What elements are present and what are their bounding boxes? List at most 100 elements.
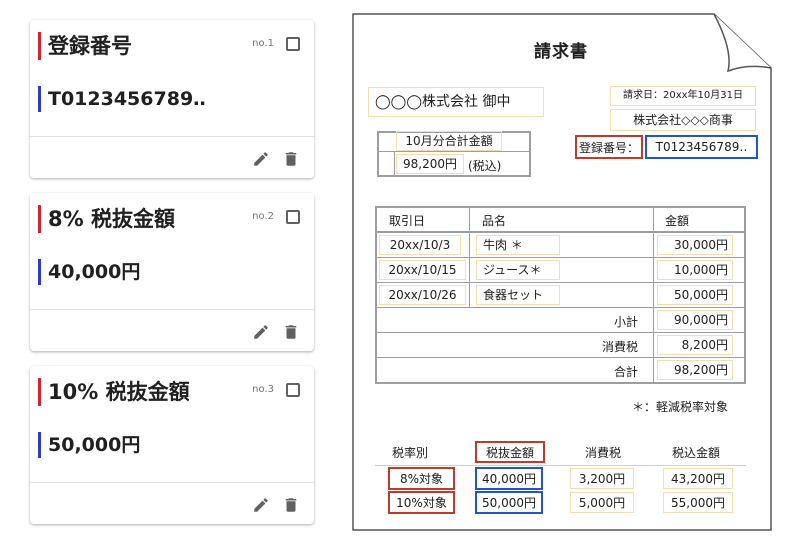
card-number: no.1 [252,38,274,49]
tax-total-10-box: 55,000円 [663,492,733,513]
row-item: 食器セット [483,288,544,302]
items-row-line-4 [375,332,746,333]
recipient-box: ◯◯◯株式会社 御中 [368,87,544,117]
tax-rate: 10%対象 [396,496,447,510]
select-checkbox[interactable] [286,37,300,51]
card-title: 8% 税抜金額 [38,205,175,233]
row-amount-box: 50,000円 [657,285,733,305]
pencil-icon[interactable] [252,323,270,341]
pencil-icon[interactable] [252,496,270,514]
items-row-line-3 [375,307,746,308]
row-amount-box: 30,000円 [657,235,733,255]
row-item-box: ジュース＊ [476,260,560,280]
tax-col-base-header: 税抜金額 [485,445,534,460]
row-date-box: 20xx/10/15 [379,260,466,280]
row-date-box: 20xx/10/26 [379,285,466,305]
trash-icon[interactable] [282,323,300,341]
total-frame-sep [394,151,395,175]
row-date-box: 20xx/10/3 [379,235,461,255]
tax-rate-8-box: 8%対象 [388,467,455,490]
registration-number-box: T0123456789‥ [645,135,758,159]
card-title: 10% 税抜金額 [38,378,190,406]
annotation-card-3: 10% 税抜金額 no.3 50,000円 [30,366,314,524]
tax-base: 40,000円 [482,472,536,486]
items-frame-top [375,206,746,208]
total-label: 10月分合計金額 [405,134,493,148]
select-checkbox[interactable] [286,210,300,224]
tax-col-total-header: 税込金額 [672,446,721,460]
row-amount: 50,000円 [674,288,728,302]
items-row-line-1 [375,257,746,258]
tax-amount: 3,200円 [578,471,626,486]
items-col-sep-2 [653,206,654,384]
col-date-header: 取引日 [389,214,426,228]
row-date: 20xx/10/26 [388,288,457,302]
tax-rate: 8%対象 [399,472,444,486]
total-value-box: 98,200円 [396,154,464,174]
total-frame-bottom [377,175,531,177]
tax-label: 消費税 [602,340,639,354]
items-frame-right [744,206,746,384]
tax-col-tax-header: 消費税 [585,446,622,460]
date-box: 請求日：20xx年10月31日 [610,86,756,106]
grand-total-value: 98,200円 [674,363,728,377]
tax-amount-8-box: 3,200円 [570,468,634,489]
total-frame-right [529,131,531,177]
total-label-box: 10月分合計金額 [396,131,502,151]
items-frame-left [375,206,377,384]
tax-col-rate-header: 税率別 [392,446,429,460]
card-divider [30,482,314,483]
tax-col-base-header-box: 税抜金額 [475,441,545,463]
row-date: 20xx/10/15 [388,263,457,277]
tax-value: 8,200円 [681,338,728,352]
total-frame-left [377,131,379,177]
row-amount: 30,000円 [674,238,728,252]
pencil-icon[interactable] [252,150,270,168]
issuer-box: 株式会社◇◇◇商事 [610,109,756,131]
tax-total: 55,000円 [671,495,725,510]
items-row-line-2 [375,282,746,283]
registration-label-box: 登録番号： [575,135,643,159]
trash-icon[interactable] [282,150,300,168]
tax-total-8-box: 43,200円 [663,468,733,489]
items-col-sep-1 [469,206,470,308]
subtotal-value: 90,000円 [674,313,728,327]
grand-total-box: 98,200円 [657,360,733,380]
card-value: 50,000円 [38,432,140,458]
select-checkbox[interactable] [286,383,300,397]
col-amount-header: 金額 [665,214,690,228]
row-amount: 10,000円 [674,263,728,277]
subtotal-label: 小計 [614,315,639,329]
invoice-document: 請求書 ◯◯◯株式会社 御中 請求日：20xx年10月31日 株式会社◇◇◇商事… [352,13,772,531]
reduced-rate-footnote: ＊：軽減税率対象 [632,400,729,414]
card-value: T0123456789‥ [38,86,206,112]
tax-header-line [375,465,746,466]
card-number: no.3 [252,384,274,395]
registration-number: T0123456789‥ [655,140,748,154]
trash-icon[interactable] [282,496,300,514]
subtotal-box: 90,000円 [657,310,733,330]
card-number: no.2 [252,211,274,222]
row-item: 牛肉 ＊ [483,238,523,252]
items-row-line-5 [375,357,746,358]
items-header-line [375,231,746,233]
card-divider [30,136,314,137]
tax-base-10-box: 50,000円 [475,491,543,514]
card-divider [30,309,314,310]
row-item-box: 食器セット [476,285,560,305]
invoice-title: 請求書 [534,42,588,62]
tax-box: 8,200円 [657,335,733,355]
row-item: ジュース＊ [483,263,542,277]
recipient: ◯◯◯株式会社 御中 [375,94,511,110]
row-item-box: 牛肉 ＊ [476,235,560,255]
total-value: 98,200円 [403,157,457,171]
invoice-date: 請求日：20xx年10月31日 [622,90,743,101]
col-item-header: 品名 [482,214,507,228]
registration-label: 登録番号： [578,140,639,155]
items-frame-bottom [375,382,746,384]
issuer: 株式会社◇◇◇商事 [633,113,733,127]
tax-base: 50,000円 [482,496,536,510]
card-title: 登録番号 [38,32,132,60]
row-date: 20xx/10/3 [389,238,451,252]
row-amount-box: 10,000円 [657,260,733,280]
